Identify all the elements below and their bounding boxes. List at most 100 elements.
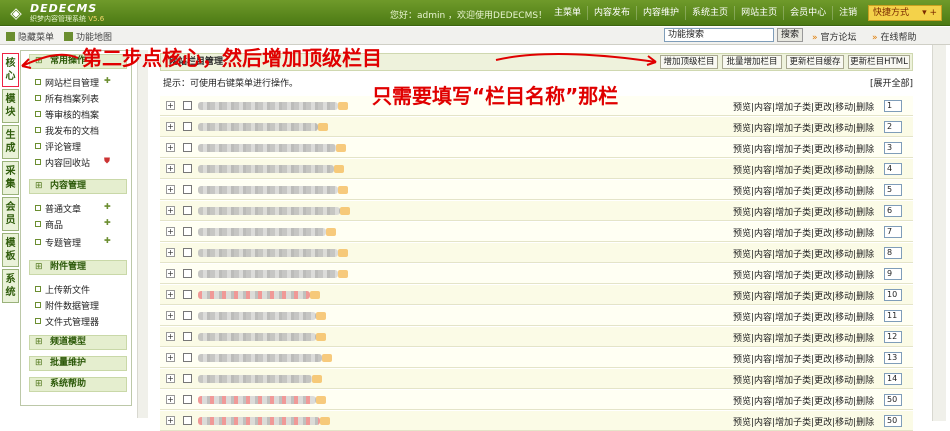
nav-main-menu[interactable]: 主菜单 xyxy=(548,6,587,20)
expand-plus-icon[interactable]: + xyxy=(166,311,175,320)
row-checkbox[interactable] xyxy=(183,311,192,320)
sort-order-input[interactable]: 10 xyxy=(884,289,902,301)
sort-order-input[interactable]: 9 xyxy=(884,268,902,280)
sort-order-input[interactable]: 13 xyxy=(884,352,902,364)
sidebar-item-articles[interactable]: 普通文章 xyxy=(35,202,81,215)
sort-order-input[interactable]: 11 xyxy=(884,310,902,322)
row-action-links[interactable]: 预览|内容|增加子类|更改|移动|删除 xyxy=(733,226,874,239)
section-batch-maintain[interactable]: 批量维护 xyxy=(29,356,127,371)
sidebar-item-column-manage[interactable]: 网站栏目管理 xyxy=(35,76,99,89)
column-name-redacted[interactable] xyxy=(198,375,312,383)
column-name-redacted[interactable] xyxy=(198,144,336,152)
row-checkbox[interactable] xyxy=(183,269,192,278)
sort-order-input[interactable]: 2 xyxy=(884,121,902,133)
nav-content-publish[interactable]: 内容发布 xyxy=(587,6,636,20)
batch-add-column-button[interactable]: 批量增加栏目 xyxy=(722,55,782,69)
column-name-redacted[interactable] xyxy=(198,396,316,404)
sidebar-item-recycle-bin[interactable]: 内容回收站 xyxy=(35,156,90,169)
sort-order-input[interactable]: 8 xyxy=(884,247,902,259)
column-name-redacted[interactable] xyxy=(198,291,310,299)
column-name-redacted[interactable] xyxy=(198,354,322,362)
nav-site-home[interactable]: 网站主页 xyxy=(734,6,783,20)
add-icon[interactable]: ✚ xyxy=(104,202,111,211)
expand-plus-icon[interactable]: + xyxy=(166,185,175,194)
column-name-redacted[interactable] xyxy=(198,165,334,173)
tab-collect[interactable]: 采集 xyxy=(2,161,19,195)
column-name-redacted[interactable] xyxy=(198,123,318,131)
add-icon[interactable]: ✚ xyxy=(104,76,111,85)
expand-plus-icon[interactable]: + xyxy=(166,353,175,362)
sort-order-input[interactable]: 50 xyxy=(884,394,902,406)
sidebar-item-all-docs[interactable]: 所有档案列表 xyxy=(35,92,99,105)
sort-order-input[interactable]: 5 xyxy=(884,184,902,196)
tab-system[interactable]: 系统 xyxy=(2,269,19,303)
expand-plus-icon[interactable]: + xyxy=(166,395,175,404)
row-action-links[interactable]: 预览|内容|增加子类|更改|移动|删除 xyxy=(733,352,874,365)
expand-plus-icon[interactable]: + xyxy=(166,332,175,341)
hide-menu-button[interactable]: 隐藏菜单 xyxy=(6,30,54,43)
tab-templates[interactable]: 模板 xyxy=(2,233,19,267)
expand-plus-icon[interactable]: + xyxy=(166,227,175,236)
quick-menu-dropdown[interactable]: 快捷方式 ▾ + xyxy=(868,5,942,21)
sidebar-item-products[interactable]: 商品 xyxy=(35,218,63,231)
row-checkbox[interactable] xyxy=(183,290,192,299)
row-checkbox[interactable] xyxy=(183,332,192,341)
sidebar-item-file-manager[interactable]: 文件式管理器 xyxy=(35,315,99,328)
column-name-redacted[interactable] xyxy=(198,333,316,341)
row-checkbox[interactable] xyxy=(183,248,192,257)
function-search-input[interactable]: 功能搜索 xyxy=(664,28,774,42)
sidebar-item-comments[interactable]: 评论管理 xyxy=(35,140,81,153)
column-name-redacted[interactable] xyxy=(198,102,338,110)
nav-system-home[interactable]: 系统主页 xyxy=(685,6,734,20)
nav-member-center[interactable]: 会员中心 xyxy=(783,6,832,20)
expand-plus-icon[interactable]: + xyxy=(166,248,175,257)
expand-plus-icon[interactable]: + xyxy=(166,374,175,383)
sort-order-input[interactable]: 6 xyxy=(884,205,902,217)
expand-all-link[interactable]: [展开全部] xyxy=(870,76,913,89)
expand-plus-icon[interactable]: + xyxy=(166,122,175,131)
official-forum-link[interactable]: » 官方论坛 xyxy=(812,30,857,43)
expand-plus-icon[interactable]: + xyxy=(166,206,175,215)
sort-order-input[interactable]: 1 xyxy=(884,100,902,112)
column-name-redacted[interactable] xyxy=(198,417,320,425)
row-checkbox[interactable] xyxy=(183,164,192,173)
sort-order-input[interactable]: 4 xyxy=(884,163,902,175)
sidebar-item-upload-file[interactable]: 上传新文件 xyxy=(35,283,90,296)
row-action-links[interactable]: 预览|内容|增加子类|更改|移动|删除 xyxy=(733,331,874,344)
section-content-manage[interactable]: 内容管理 xyxy=(29,179,127,194)
row-action-links[interactable]: 预览|内容|增加子类|更改|移动|删除 xyxy=(733,373,874,386)
row-action-links[interactable]: 预览|内容|增加子类|更改|移动|删除 xyxy=(733,310,874,323)
tab-generate[interactable]: 生成 xyxy=(2,125,19,159)
row-action-links[interactable]: 预览|内容|增加子类|更改|移动|删除 xyxy=(733,205,874,218)
update-column-cache-button[interactable]: 更新栏目缓存 xyxy=(786,55,844,69)
column-name-redacted[interactable] xyxy=(198,270,338,278)
row-checkbox[interactable] xyxy=(183,122,192,131)
column-name-redacted[interactable] xyxy=(198,228,326,236)
row-checkbox[interactable] xyxy=(183,374,192,383)
row-checkbox[interactable] xyxy=(183,353,192,362)
sidebar-item-my-docs[interactable]: 我发布的文档 xyxy=(35,124,99,137)
row-action-links[interactable]: 预览|内容|增加子类|更改|移动|删除 xyxy=(733,394,874,407)
search-button[interactable]: 搜索 xyxy=(777,28,803,42)
row-action-links[interactable]: 预览|内容|增加子类|更改|移动|删除 xyxy=(733,247,874,260)
nav-content-maintain[interactable]: 内容维护 xyxy=(636,6,685,20)
sidebar-item-attachment-data[interactable]: 附件数据管理 xyxy=(35,299,99,312)
column-name-redacted[interactable] xyxy=(198,312,316,320)
row-action-links[interactable]: 预览|内容|增加子类|更改|移动|删除 xyxy=(733,163,874,176)
sort-order-input[interactable]: 50 xyxy=(884,415,902,427)
section-attachments[interactable]: 附件管理 xyxy=(29,260,127,275)
row-checkbox[interactable] xyxy=(183,206,192,215)
row-checkbox[interactable] xyxy=(183,227,192,236)
add-top-column-button[interactable]: 增加顶级栏目 xyxy=(660,55,718,69)
tab-members[interactable]: 会员 xyxy=(2,197,19,231)
row-action-links[interactable]: 预览|内容|增加子类|更改|移动|删除 xyxy=(733,142,874,155)
tab-modules[interactable]: 模块 xyxy=(2,89,19,123)
sort-order-input[interactable]: 7 xyxy=(884,226,902,238)
row-action-links[interactable]: 预览|内容|增加子类|更改|移动|删除 xyxy=(733,289,874,302)
sidebar-item-pending-docs[interactable]: 等审核的档案 xyxy=(35,108,99,121)
content-scrollbar[interactable] xyxy=(932,45,946,421)
row-checkbox[interactable] xyxy=(183,101,192,110)
row-checkbox[interactable] xyxy=(183,143,192,152)
expand-plus-icon[interactable]: + xyxy=(166,101,175,110)
column-name-redacted[interactable] xyxy=(198,207,340,215)
